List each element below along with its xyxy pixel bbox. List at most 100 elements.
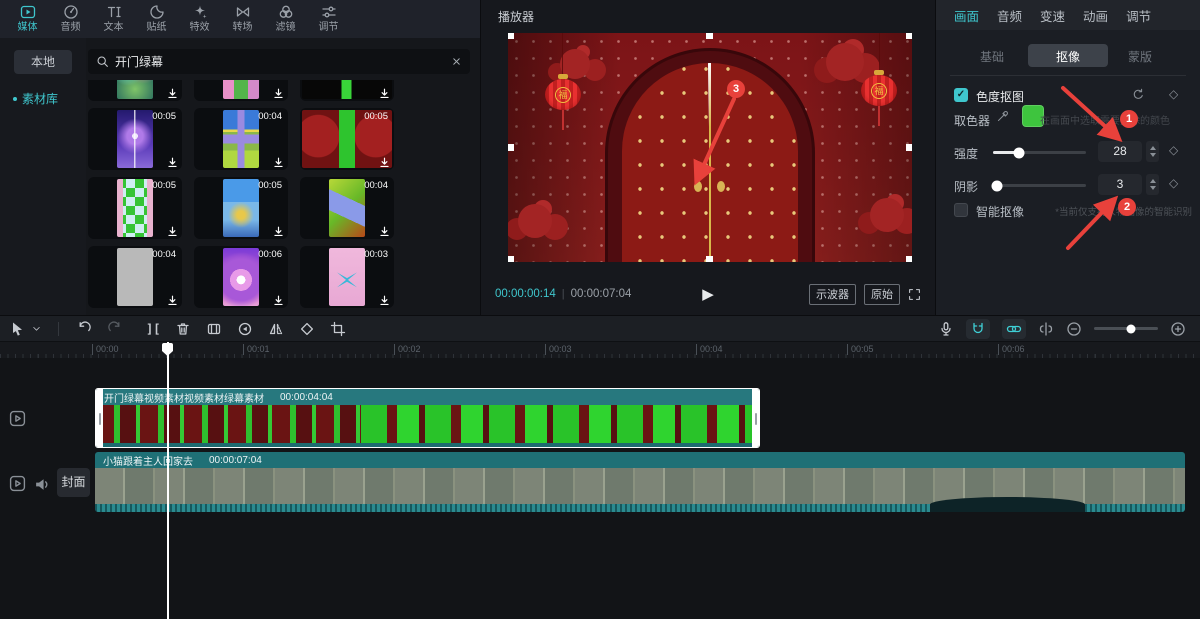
main-track-magnet-icon[interactable] — [966, 319, 990, 339]
timeline-zoom-slider[interactable] — [1094, 327, 1158, 330]
selection-handle[interactable] — [906, 256, 912, 262]
media-tab-transitions[interactable]: 转场 — [221, 4, 264, 33]
download-icon[interactable] — [167, 88, 178, 99]
selection-handle[interactable] — [906, 33, 912, 39]
mirror-icon[interactable] — [268, 321, 284, 337]
asset-card[interactable]: 00:05 — [300, 108, 394, 170]
video-track-icon[interactable] — [9, 475, 26, 497]
shadow-stepper[interactable] — [1146, 174, 1159, 195]
media-tab-filters[interactable]: 滤镜 — [264, 4, 307, 33]
download-icon[interactable] — [167, 226, 178, 237]
selection-handle[interactable] — [706, 256, 713, 262]
freeze-frame-icon[interactable] — [206, 321, 222, 337]
asset-card[interactable]: 00:06 — [194, 246, 288, 308]
download-icon[interactable] — [379, 295, 390, 306]
undo-icon[interactable] — [76, 321, 92, 337]
asset-card[interactable]: 00:05 — [88, 177, 182, 239]
selection-handle[interactable] — [508, 33, 514, 39]
crop-icon[interactable] — [330, 321, 346, 337]
download-icon[interactable] — [167, 295, 178, 306]
asset-card[interactable]: 00:05 — [194, 177, 288, 239]
media-tab-adjust[interactable]: 调节 — [307, 4, 350, 33]
zoom-in-icon[interactable] — [1170, 321, 1186, 337]
keyframe-diamond-icon[interactable]: ◇ — [1169, 176, 1178, 190]
redo-icon[interactable] — [107, 321, 123, 337]
media-tab-effects[interactable]: 特效 — [178, 4, 221, 33]
download-icon[interactable] — [273, 226, 284, 237]
download-icon[interactable] — [273, 157, 284, 168]
reverse-play-icon[interactable] — [237, 321, 253, 337]
sidebar-item-local[interactable]: 本地 — [14, 50, 72, 74]
search-input[interactable]: 开门绿幕 — [88, 49, 470, 74]
subtab-basic[interactable]: 基础 — [980, 48, 1004, 65]
asset-card[interactable] — [88, 80, 182, 101]
video-track-icon[interactable] — [9, 410, 26, 432]
preview-axis-icon[interactable] — [1038, 321, 1054, 337]
smart-matting-checkbox[interactable] — [954, 203, 968, 217]
shadow-value[interactable]: 3 — [1098, 174, 1142, 195]
main-video-clip[interactable]: 小猫跟着主人回家去 00:00:07:04 — [95, 452, 1185, 512]
asset-card[interactable] — [300, 80, 394, 101]
media-tab-sticker[interactable]: 贴纸 — [135, 4, 178, 33]
asset-card[interactable]: 00:04 — [88, 246, 182, 308]
select-tool-icon[interactable] — [10, 321, 26, 337]
inspector-tab[interactable]: 动画 — [1083, 6, 1108, 25]
inspector-tab[interactable]: 音频 — [997, 6, 1022, 25]
shadow-slider[interactable] — [993, 184, 1086, 187]
chevron-down-icon[interactable] — [32, 324, 41, 333]
asset-card[interactable]: 00:03 — [300, 246, 394, 308]
selection-handle[interactable] — [706, 33, 713, 39]
timeline-ruler[interactable]: 00:0000:0100:0200:0300:0400:0500:06 — [0, 342, 1200, 358]
original-button[interactable]: 原始 — [864, 284, 900, 305]
clear-search-icon[interactable] — [451, 56, 462, 67]
selection-handle[interactable] — [906, 144, 912, 151]
reset-icon[interactable] — [1132, 88, 1145, 106]
inspector-tab[interactable]: 调节 — [1126, 6, 1151, 25]
asset-card[interactable] — [194, 80, 288, 101]
sidebar-item-material-library[interactable]: 素材库 — [0, 90, 86, 107]
linkage-icon[interactable] — [1002, 319, 1026, 339]
inspector-tab[interactable]: 变速 — [1040, 6, 1065, 25]
speaker-icon[interactable] — [34, 476, 51, 498]
download-icon[interactable] — [379, 88, 390, 99]
keyframe-diamond-icon[interactable]: ◇ — [1169, 87, 1178, 101]
subtab-chroma-key[interactable]: 抠像 — [1056, 48, 1080, 65]
delete-icon[interactable] — [175, 321, 191, 337]
play-button[interactable]: ▶ — [702, 285, 714, 303]
smart-matting-label: 智能抠像 — [976, 203, 1024, 220]
download-icon[interactable] — [379, 157, 390, 168]
inspector-tab[interactable]: 画面 — [954, 6, 979, 25]
chroma-key-checkbox[interactable]: ✓ — [954, 88, 968, 102]
strength-slider[interactable] — [993, 151, 1086, 154]
download-icon[interactable] — [273, 295, 284, 306]
media-tab-audio[interactable]: 音频 — [49, 4, 92, 33]
asset-card[interactable]: 00:04 — [194, 108, 288, 170]
cover-button[interactable]: 封面 — [57, 468, 90, 497]
rotate-icon[interactable] — [299, 321, 315, 337]
playhead-line[interactable] — [167, 342, 169, 619]
clip-trim-handle-left[interactable] — [96, 389, 103, 447]
strength-value[interactable]: 28 — [1098, 141, 1142, 162]
media-tab-media[interactable]: 媒体 — [6, 4, 49, 33]
split-icon[interactable]: ][ — [146, 322, 160, 336]
video-preview[interactable]: 福 福 — [508, 33, 912, 262]
zoom-out-icon[interactable] — [1066, 321, 1082, 337]
eyedropper-icon[interactable] — [996, 110, 1009, 128]
subtab-mask[interactable]: 蒙版 — [1128, 48, 1152, 65]
record-voiceover-icon[interactable] — [938, 321, 954, 337]
asset-card[interactable]: 00:04 — [300, 177, 394, 239]
green-screen-clip[interactable]: 开门绿幕视频素材视频素材绿幕素材 00:00:04:04 — [95, 388, 760, 448]
selection-handle[interactable] — [508, 144, 514, 151]
asset-thumbnail — [223, 179, 259, 237]
fullscreen-icon[interactable] — [908, 288, 921, 301]
clip-trim-handle-right[interactable] — [752, 389, 759, 447]
download-icon[interactable] — [379, 226, 390, 237]
download-icon[interactable] — [273, 88, 284, 99]
download-icon[interactable] — [167, 157, 178, 168]
keyframe-diamond-icon[interactable]: ◇ — [1169, 143, 1178, 157]
selection-handle[interactable] — [508, 256, 514, 262]
media-tab-text[interactable]: 文本 — [92, 4, 135, 33]
scope-button[interactable]: 示波器 — [809, 284, 856, 305]
asset-card[interactable]: 00:05 — [88, 108, 182, 170]
strength-stepper[interactable] — [1146, 141, 1159, 162]
